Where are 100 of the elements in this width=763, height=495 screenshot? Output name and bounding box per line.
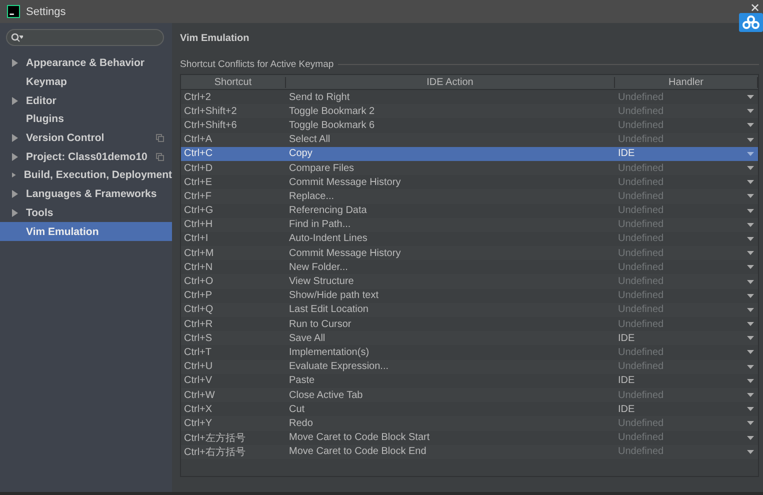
dropdown-arrow-icon[interactable] — [747, 138, 754, 142]
table-row[interactable]: Ctrl+T Implementation(s) Undefined — [181, 345, 758, 360]
dropdown-arrow-icon[interactable] — [747, 364, 754, 369]
expand-arrow-icon[interactable] — [12, 190, 18, 198]
column-header[interactable]: Handler — [615, 76, 758, 88]
dropdown-arrow-icon[interactable] — [747, 208, 754, 213]
app-logo-icon — [7, 5, 20, 18]
shortcut-cell-text: Ctrl+N — [183, 262, 214, 273]
expand-arrow-icon[interactable] — [12, 171, 16, 180]
dropdown-arrow-icon[interactable] — [747, 109, 754, 114]
handler-value: Undefined — [618, 120, 664, 131]
action-cell-text: Send to Right — [288, 92, 351, 103]
dropdown-arrow-icon[interactable] — [747, 294, 754, 298]
action-cell-text: Run to Cursor — [288, 318, 352, 330]
shortcut-cell-text: Ctrl+左方括号 — [183, 432, 246, 445]
action-cell-text: Auto-Indent Lines — [288, 233, 368, 244]
table-row[interactable]: Ctrl+C Copy IDE — [181, 146, 758, 161]
action-cell-text: Find in Path... — [288, 219, 352, 230]
shortcut-cell-text: Ctrl+C — [183, 148, 214, 160]
shortcut-cell-text: Ctrl+Y — [183, 418, 214, 429]
shortcut-cell-text: Ctrl+A — [183, 134, 214, 146]
sidebar-item[interactable]: Appearance & Behavior — [0, 54, 172, 73]
shortcut-cell-text: Ctrl+E — [183, 176, 214, 188]
column-header[interactable]: IDE Action — [286, 76, 615, 88]
shortcut-cell-text: Ctrl+M — [183, 248, 215, 259]
sidebar-item[interactable]: Editor — [0, 91, 172, 110]
table-row[interactable]: Ctrl+X Cut IDE — [181, 402, 758, 416]
handler-value: Undefined — [618, 92, 664, 103]
shortcut-cell-text: Ctrl+I — [183, 233, 210, 244]
action-cell-text: Copy — [288, 148, 314, 160]
dropdown-arrow-icon[interactable] — [747, 308, 754, 312]
handler-value: Undefined — [618, 318, 664, 330]
dropdown-arrow-icon[interactable] — [747, 421, 754, 426]
action-cell-text: Redo — [288, 418, 314, 429]
handler-value: Undefined — [618, 290, 664, 302]
dropdown-arrow-icon[interactable] — [747, 393, 754, 398]
dropdown-arrow-icon[interactable] — [747, 222, 754, 227]
table-row[interactable]: Ctrl+左方括号 Move Caret to Code Block Start Undefined — [181, 430, 758, 445]
dropdown-arrow-icon[interactable] — [747, 280, 754, 284]
dropdown-arrow-icon[interactable] — [747, 194, 754, 198]
sidebar-item[interactable]: Languages & Frameworks — [0, 184, 172, 204]
action-cell-text: Commit Message History — [288, 248, 402, 259]
table-row[interactable]: Ctrl+R Run to Cursor Undefined — [181, 317, 758, 332]
dropdown-arrow-icon[interactable] — [747, 407, 754, 412]
table-row[interactable]: Ctrl+2 Send to Right Undefined — [181, 90, 758, 104]
handler-value: Undefined — [618, 176, 664, 188]
action-cell-text: Referencing Data — [288, 205, 368, 216]
dropdown-arrow-icon[interactable] — [747, 166, 754, 170]
dropdown-arrow-icon[interactable] — [747, 95, 754, 100]
dropdown-arrow-icon[interactable] — [747, 251, 754, 256]
dropdown-arrow-icon[interactable] — [747, 322, 754, 326]
sidebar-item[interactable]: Keymap — [0, 72, 172, 92]
sidebar-item[interactable]: Vim Emulation — [0, 222, 172, 241]
dropdown-arrow-icon[interactable] — [747, 350, 754, 354]
action-cell-text: Commit Message History — [288, 176, 402, 188]
shortcut-cell-text: Ctrl+G — [183, 205, 214, 216]
dropdown-arrow-icon[interactable] — [747, 236, 754, 241]
sidebar-item[interactable]: Version Control — [0, 128, 172, 148]
action-cell-text: Close Active Tab — [288, 390, 364, 401]
expand-arrow-icon[interactable] — [12, 96, 18, 105]
expand-arrow-icon[interactable] — [12, 152, 18, 161]
shortcut-cell-text: Ctrl+R — [183, 318, 214, 330]
handler-value: IDE — [618, 148, 635, 160]
table-row[interactable]: Ctrl+N New Folder... Undefined — [181, 260, 758, 274]
column-header[interactable]: Shortcut — [181, 76, 286, 88]
search-field[interactable] — [6, 29, 164, 46]
dropdown-arrow-icon[interactable] — [747, 180, 754, 184]
sidebar-item[interactable]: Build, Execution, Deployment — [0, 166, 172, 185]
shortcut-cell-text: Ctrl+2 — [183, 92, 212, 103]
expand-arrow-icon[interactable] — [12, 59, 18, 68]
table-row[interactable]: Ctrl+I Auto-Indent Lines Undefined — [181, 232, 758, 246]
close-button[interactable]: ✕ — [750, 2, 760, 14]
action-cell-text: Cut — [288, 404, 306, 415]
action-cell-text: View Structure — [288, 276, 355, 288]
dropdown-arrow-icon[interactable] — [747, 450, 754, 454]
handler-value: IDE — [618, 375, 635, 386]
table-row[interactable]: Ctrl+Shift+6 Toggle Bookmark 6 Undefined — [181, 118, 758, 133]
dropdown-arrow-icon[interactable] — [747, 265, 754, 270]
sidebar-item[interactable]: Plugins — [0, 110, 172, 129]
expand-arrow-icon[interactable] — [12, 208, 18, 217]
dropdown-arrow-icon[interactable] — [747, 436, 754, 440]
dropdown-arrow-icon[interactable] — [747, 152, 754, 156]
shortcut-cell-text: Ctrl+T — [183, 346, 212, 358]
action-cell-text: New Folder... — [288, 262, 349, 273]
action-cell-text: Move Caret to Code Block Start — [288, 432, 431, 444]
action-cell-text: Implementation(s) — [288, 346, 370, 358]
dropdown-arrow-icon[interactable] — [747, 378, 754, 383]
table-row[interactable]: Ctrl+P Show/Hide path text Undefined — [181, 288, 758, 303]
shortcut-cell-text: Ctrl+Shift+6 — [183, 120, 238, 131]
expand-arrow-icon[interactable] — [12, 134, 18, 142]
table-row[interactable]: Ctrl+V Paste IDE — [181, 374, 758, 388]
table-row[interactable]: Ctrl+G Referencing Data Undefined — [181, 204, 758, 218]
sidebar-item[interactable]: Tools — [0, 204, 172, 222]
table-row[interactable]: Ctrl+E Commit Message History Undefined — [181, 175, 758, 190]
section-title: Shortcut Conflicts for Active Keymap — [180, 59, 334, 70]
cloud-icon[interactable] — [739, 13, 763, 32]
dropdown-arrow-icon[interactable] — [747, 336, 754, 340]
sidebar-item[interactable]: Project: Class01demo10 — [0, 147, 172, 166]
handler-value: IDE — [618, 332, 635, 344]
dropdown-arrow-icon[interactable] — [747, 123, 754, 128]
